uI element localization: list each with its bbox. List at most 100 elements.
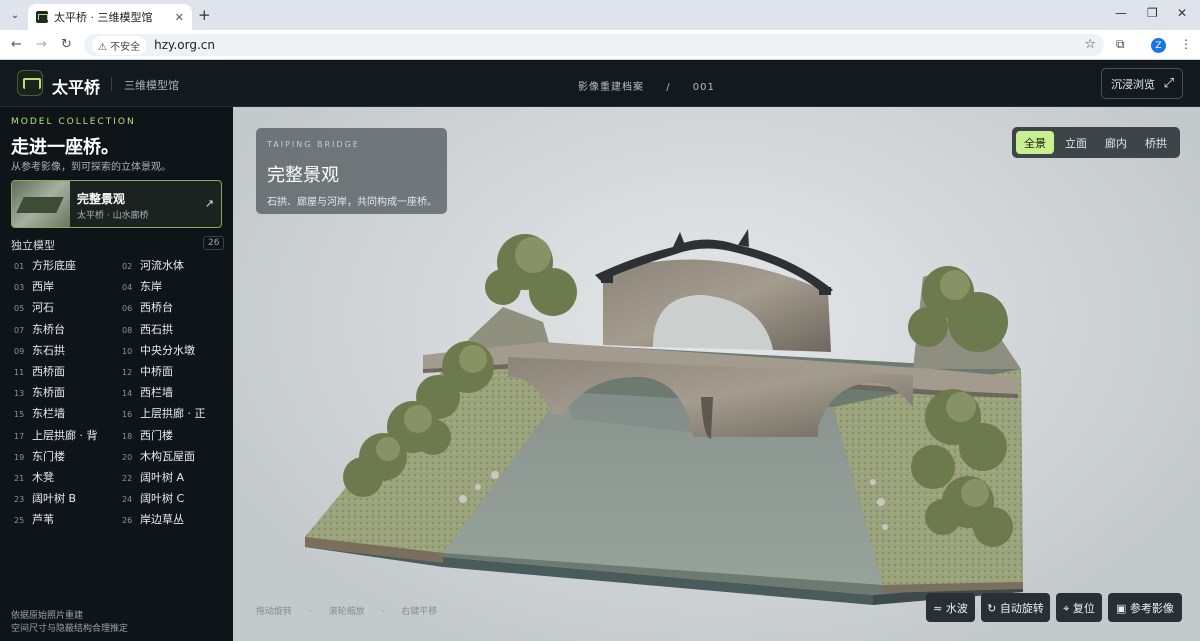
tab-search-icon[interactable]: ⌄	[6, 6, 24, 24]
model-list-item[interactable]: 07 东桥台	[14, 321, 65, 337]
model-list-item[interactable]: 13 东桥面	[14, 384, 65, 400]
view-switcher: 全景 立面 廊内 桥拱	[1012, 127, 1180, 158]
view-elevation-button[interactable]: 立面	[1058, 131, 1094, 154]
water-wave-button[interactable]: ≈ 水波	[926, 593, 975, 622]
model-list-item[interactable]: 14 西栏墙	[122, 384, 173, 400]
model-list-item[interactable]: 01 方形底座	[14, 257, 76, 273]
model-name: 西岸	[32, 280, 54, 294]
model-name: 上层拱廊 · 正	[140, 407, 206, 421]
browser-menu-icon[interactable]: ⋮	[1180, 37, 1192, 51]
featured-model-card[interactable]: 完整景观 太平桥 · 山水廊桥 ↗	[11, 180, 222, 228]
model-list-item[interactable]: 11 西桥面	[14, 363, 65, 379]
model-list-item[interactable]: 03 西岸	[14, 278, 54, 294]
model-number: 12	[122, 368, 133, 377]
3d-viewport[interactable]: TAIPING BRIDGE 完整景观 石拱、廊屋与河岸，共同构成一座桥。 全景…	[233, 107, 1200, 641]
model-list-item[interactable]: 26 岸边草丛	[122, 511, 184, 527]
tab-title: 太平桥 · 三维模型馆	[54, 11, 153, 24]
model-name: 河流水体	[140, 259, 184, 272]
security-indicator[interactable]: ⚠ 不安全	[92, 35, 147, 55]
model-list-item[interactable]: 16 上层拱廊 · 正	[122, 405, 206, 421]
expand-icon: ⤢	[1163, 76, 1174, 91]
view-arch-button[interactable]: 桥拱	[1138, 131, 1174, 154]
restore-icon[interactable]: ❐	[1147, 6, 1158, 20]
hint-pan: 右键平移	[401, 607, 438, 617]
model-name: 阔叶树 B	[32, 492, 77, 506]
url-text: hzy.org.cn	[154, 38, 215, 52]
new-tab-icon[interactable]: +	[198, 6, 211, 24]
brand-subtitle: 三维模型馆	[124, 79, 179, 92]
brand-title[interactable]: 太平桥	[52, 74, 100, 98]
model-count-badge: 26	[203, 236, 225, 250]
site-favicon-icon	[36, 11, 48, 23]
model-list-item[interactable]: 17 上层拱廊 · 背	[14, 427, 98, 443]
model-list-item[interactable]: 10 中央分水墩	[122, 342, 195, 358]
forward-icon[interactable]: →	[36, 37, 47, 52]
model-name: 中央分水墩	[140, 343, 195, 357]
profile-avatar[interactable]: Z	[1151, 38, 1166, 53]
info-description: 石拱、廊屋与河岸，共同构成一座桥。	[267, 197, 437, 208]
model-name: 阔叶树 C	[140, 492, 185, 506]
model-name: 东桥台	[32, 322, 65, 336]
model-name: 东桥面	[32, 386, 65, 400]
immersive-view-button[interactable]: 沉浸浏览 ⤢	[1101, 68, 1183, 99]
sidebar-subtitle: 从参考影像，到可探索的立体景观。	[11, 162, 171, 173]
model-number: 02	[122, 262, 133, 271]
model-list-item[interactable]: 18 西门楼	[122, 427, 173, 443]
model-name: 东岸	[140, 280, 162, 294]
minimize-icon[interactable]: —	[1115, 6, 1127, 20]
model-number: 09	[14, 346, 25, 356]
bookmark-star-icon[interactable]: ☆	[1084, 37, 1096, 52]
model-list-item[interactable]: 24 阔叶树 C	[122, 490, 184, 506]
breadcrumb-id: 001	[692, 82, 715, 93]
hint-sep: ·	[308, 607, 312, 617]
model-name: 西桥面	[32, 365, 65, 378]
reference-image-button[interactable]: ▣ 参考影像	[1108, 593, 1182, 622]
bridge-logo-icon[interactable]	[17, 70, 43, 96]
browser-tab[interactable]: 太平桥 · 三维模型馆 ✕	[28, 4, 192, 30]
model-number: 21	[14, 474, 25, 483]
model-name: 中桥面	[140, 365, 173, 378]
model-list-item[interactable]: 23 阔叶树 B	[14, 490, 76, 506]
breadcrumb: 影像重建档案 / 001	[578, 78, 733, 93]
model-list-item[interactable]: 15 东栏墙	[14, 405, 65, 421]
model-name: 东栏墙	[32, 407, 65, 421]
omnibox[interactable]: ⚠ 不安全 hzy.org.cn ☆	[84, 34, 1104, 56]
model-name: 西栏墙	[140, 386, 173, 400]
extensions-icon[interactable]: ⧉	[1116, 37, 1125, 52]
window-close-icon[interactable]: ✕	[1177, 6, 1187, 20]
address-bar-row: ← → ↻ ⚠ 不安全 hzy.org.cn ☆ ⧉ Z ⋮	[0, 30, 1200, 60]
model-name: 阔叶树 A	[140, 471, 185, 484]
model-list-item[interactable]: 22 阔叶树 A	[122, 469, 184, 485]
featured-title: 完整景观	[77, 192, 126, 206]
model-number: 24	[122, 495, 133, 505]
view-corridor-button[interactable]: 廊内	[1098, 131, 1134, 154]
model-list-item[interactable]: 04 东岸	[122, 278, 162, 294]
model-number: 03	[14, 283, 25, 293]
model-list-item[interactable]: 08 西石拱	[122, 321, 173, 337]
back-icon[interactable]: ←	[11, 37, 22, 52]
model-name: 西石拱	[140, 322, 173, 336]
model-list-item[interactable]: 21 木凳	[14, 469, 54, 485]
view-panorama-button[interactable]: 全景	[1016, 131, 1054, 154]
model-number: 08	[122, 325, 133, 335]
security-label: 不安全	[110, 41, 141, 53]
hint-rotate: 拖动旋转	[256, 607, 293, 617]
model-list-item[interactable]: 25 芦苇	[14, 511, 54, 527]
model-list-item[interactable]: 05 河石	[14, 299, 54, 315]
close-tab-icon[interactable]: ✕	[175, 11, 184, 24]
reset-button[interactable]: ⌖ 复位	[1056, 593, 1102, 622]
model-list-item[interactable]: 09 东石拱	[14, 342, 65, 358]
model-name: 西桥台	[140, 301, 173, 315]
model-name: 芦苇	[32, 513, 54, 527]
model-number: 13	[14, 389, 25, 399]
model-list-item[interactable]: 20 木构瓦屋面	[122, 448, 195, 464]
model-list-item[interactable]: 12 中桥面	[122, 363, 173, 379]
model-list-item[interactable]: 06 西桥台	[122, 299, 173, 315]
reload-icon[interactable]: ↻	[61, 37, 72, 52]
model-list-item[interactable]: 19 东门楼	[14, 448, 65, 464]
auto-rotate-button[interactable]: ↻ 自动旋转	[981, 593, 1050, 622]
model-number: 17	[14, 431, 25, 441]
featured-subtitle: 太平桥 · 山水廊桥	[77, 211, 149, 221]
model-list-item[interactable]: 02 河流水体	[122, 257, 184, 273]
model-number: 15	[14, 410, 25, 420]
